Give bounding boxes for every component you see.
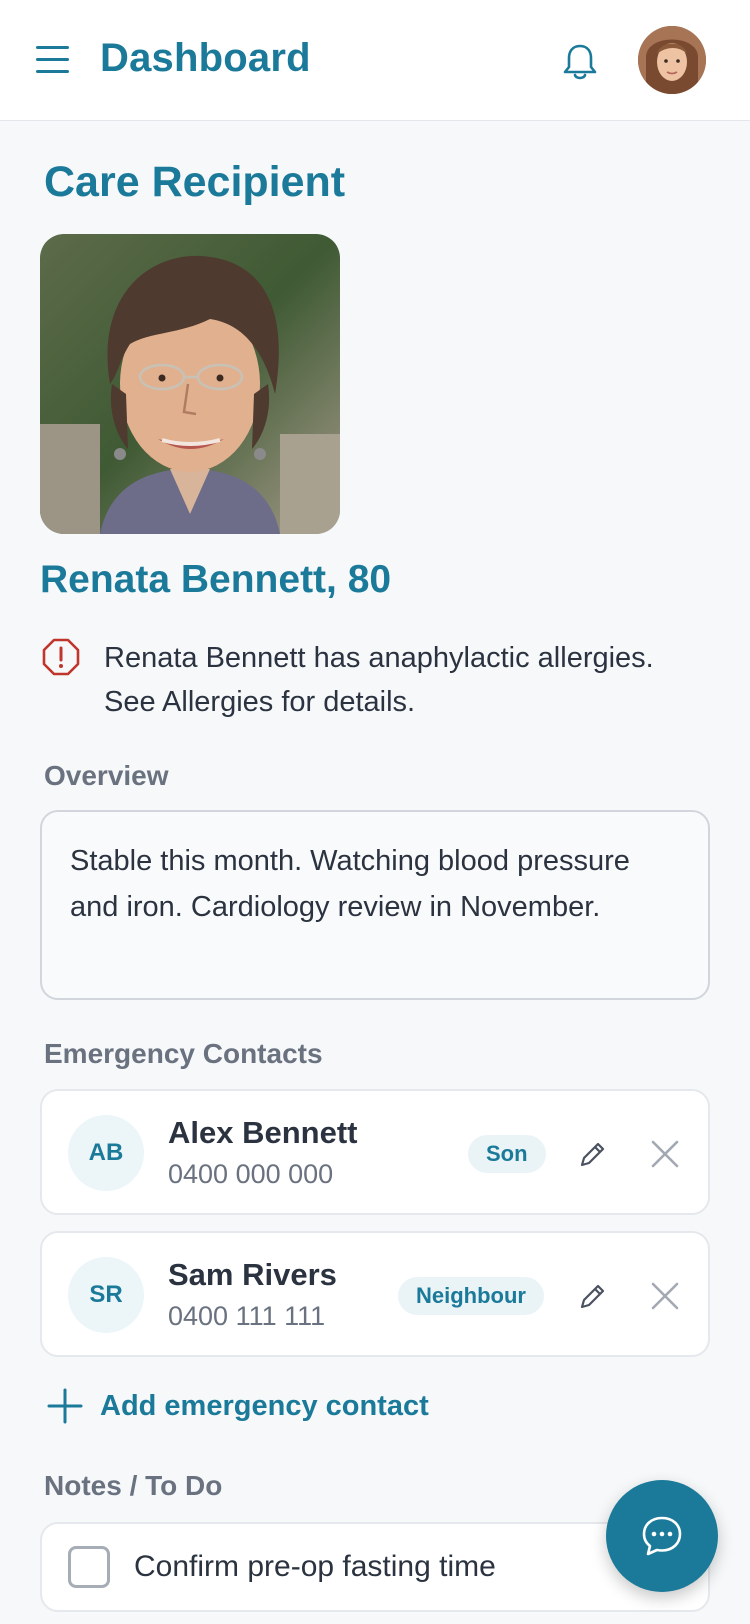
chat-button[interactable] [606,1480,718,1592]
overview-text[interactable]: Stable this month. Watching blood pressu… [40,810,710,1000]
edit-pencil-icon[interactable] [576,1137,610,1171]
relation-badge: Son [468,1135,546,1173]
bell-icon[interactable] [558,40,602,84]
contact-card[interactable]: SR Sam Rivers 0400 111 111 Neighbour [40,1231,710,1357]
plus-icon [47,1388,83,1424]
app-title: Dashboard [100,36,311,80]
relation-badge: Neighbour [398,1277,544,1315]
allergy-alert-text: Renata Bennett has anaphylactic allergie… [104,636,724,724]
emergency-contacts-label: Emergency Contacts [44,1038,323,1069]
user-avatar[interactable] [638,26,706,94]
close-icon[interactable] [648,1279,682,1313]
contact-name: Alex Bennett [168,1115,358,1150]
edit-pencil-icon[interactable] [576,1279,610,1313]
todo-checkbox[interactable] [68,1546,110,1588]
add-emergency-contact-button[interactable]: Add emergency contact [46,1384,429,1428]
contact-initials-avatar: AB [68,1115,144,1191]
contact-name: Sam Rivers [168,1257,337,1292]
close-icon[interactable] [648,1137,682,1171]
page-title: Care Recipient [44,158,346,206]
hamburger-menu-icon[interactable] [36,44,72,74]
contact-card[interactable]: AB Alex Bennett 0400 000 000 Son [40,1089,710,1215]
chat-bubble-icon [642,1516,682,1556]
todo-text: Confirm pre-op fasting time [134,1550,496,1583]
contact-phone: 0400 000 000 [168,1159,334,1189]
overview-label: Overview [44,760,169,791]
care-recipient-photo [40,234,340,534]
care-recipient-name: Renata Bennett, 80 [40,558,392,601]
contact-initials-avatar: SR [68,1257,144,1333]
warning-octagon-icon [42,638,80,676]
add-contact-label: Add emergency contact [100,1389,429,1422]
contact-phone: 0400 111 111 [168,1301,326,1331]
allergy-alert-line: See Allergies for details. [104,686,416,718]
notes-label: Notes / To Do [44,1470,223,1501]
top-app-bar: Dashboard [0,0,750,121]
allergy-alert-line: Renata Bennett has anaphylactic allergie… [104,642,654,674]
